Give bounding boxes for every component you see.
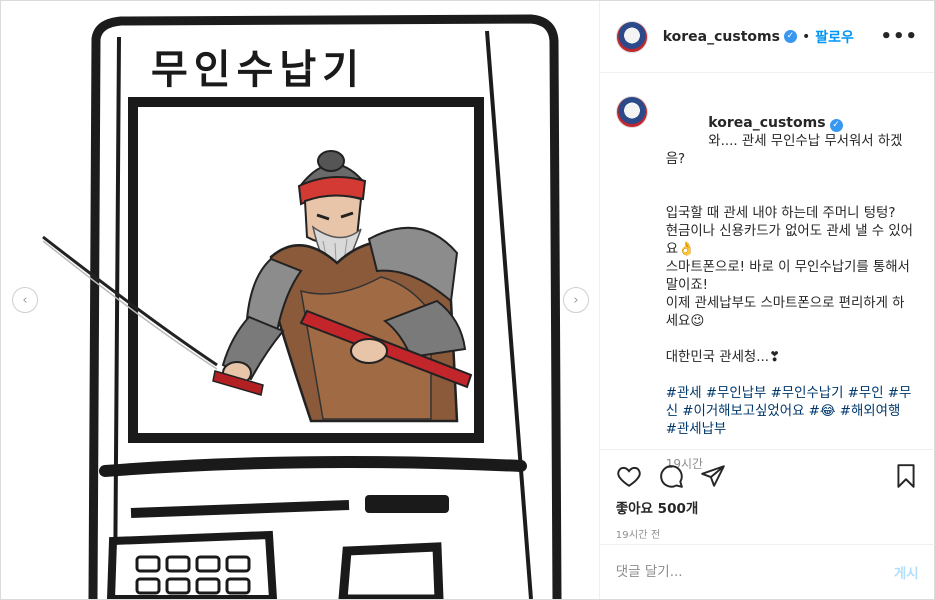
avatar[interactable]: [615, 20, 648, 53]
follow-button[interactable]: 팔로우: [815, 27, 854, 47]
post-comment-button[interactable]: 게시: [894, 562, 919, 582]
more-options-icon[interactable]: •••: [880, 26, 918, 47]
post-image[interactable]: 무인수납기 ‹ ›: [1, 1, 600, 599]
chevron-left-icon[interactable]: ‹: [12, 287, 38, 313]
comment-box: 게시: [599, 544, 935, 599]
separator-dot: •: [801, 28, 811, 45]
caption-hashtags[interactable]: #관세 #무인납부 #무인수납기 #무인 #무신 #이거해보고싶었어요 #😂 #…: [666, 385, 914, 439]
caption-username[interactable]: korea_customs: [708, 115, 825, 131]
caption-body: 입국할 때 관세 내야 하는데 주머니 텅텅? 현금이나 신용카드가 없어도 관…: [665, 206, 914, 365]
heart-icon[interactable]: [616, 463, 642, 489]
verified-badge-icon: ✓: [829, 119, 843, 132]
likes-count[interactable]: 좋아요 500개: [616, 497, 919, 517]
post-sidebar: korea_customs ✓ • 팔로우 ••• korea_customs ✓…: [599, 1, 935, 599]
bookmark-icon[interactable]: [893, 463, 919, 489]
post-header: korea_customs ✓ • 팔로우 •••: [599, 1, 934, 73]
comment-input[interactable]: [615, 564, 894, 580]
caption-avatar[interactable]: [615, 96, 648, 128]
caption: korea_customs ✓ 와.... 관세 무인수납 무서워서 하겠음? 입…: [665, 96, 914, 471]
instagram-post: 무인수납기 ‹ › korea_customs ✓ • 팔로우 ••• kore…: [0, 0, 935, 600]
caption-section: korea_customs ✓ 와.... 관세 무인수납 무서워서 하겠음? 입…: [600, 74, 935, 471]
comment-icon[interactable]: [658, 463, 684, 489]
username[interactable]: korea_customs: [663, 29, 780, 45]
share-icon[interactable]: [700, 463, 726, 489]
verified-badge-icon: ✓: [783, 30, 797, 43]
kiosk-sign-text: 무인수납기: [151, 47, 365, 93]
chevron-right-icon[interactable]: ›: [563, 287, 589, 313]
post-timestamp[interactable]: 19시간 전: [616, 526, 919, 541]
caption-lead: 와.... 관세 무인수납 무서워서 하겠음?: [665, 134, 903, 167]
post-actions: 좋아요 500개 19시간 전: [599, 449, 935, 541]
